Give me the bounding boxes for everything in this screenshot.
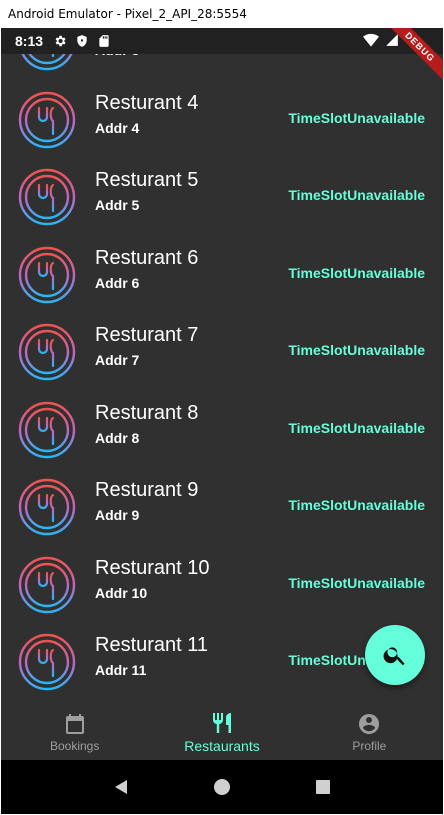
status-indicators [363, 33, 399, 47]
recents-button[interactable] [313, 777, 333, 797]
restaurant-name: Resturant 4 [95, 91, 199, 114]
status-bar: 8:13 DEBUG [1, 28, 443, 84]
nav-label-profile: Profile [352, 738, 387, 753]
nav-label-restaurants: Restaurants [184, 737, 260, 754]
restaurant-icon [18, 323, 76, 381]
restaurant-name: Resturant 8 [95, 401, 199, 424]
signal-icon [386, 34, 398, 46]
bottom-navigation-bar: Bookings Restaurants Profile [1, 704, 443, 760]
shield-icon [77, 35, 87, 47]
restaurant-icon [18, 556, 76, 614]
nav-label-bookings: Bookings [49, 738, 100, 753]
home-icon [213, 779, 230, 795]
nav-tab-restaurants[interactable]: Restaurants [148, 704, 295, 760]
restaurant-icon [18, 91, 76, 149]
calendar-icon [65, 713, 84, 734]
wifi-icon [363, 33, 379, 47]
restaurant-name: Resturant 9 [95, 479, 199, 501]
settings-icon [55, 35, 66, 47]
restaurant-address: Addr 7 [95, 352, 140, 368]
restaurant-list-item[interactable]: Resturant 10 Addr 10 TimeSlotUnavailable [1, 545, 443, 623]
recents-icon [315, 780, 330, 794]
device-screen: 8:13 DEBUG Resturant 3Addr 3TimeSlotUnav… [1, 28, 443, 814]
search-icon [383, 647, 405, 666]
restaurant-name: Resturant 11 [95, 634, 209, 656]
restaurant-icon [18, 54, 76, 71]
restaurant-list-item[interactable]: Resturant 3Addr 3TimeSlotUnavailable [1, 54, 443, 80]
restaurant-list-item[interactable]: Resturant 9 Addr 9 TimeSlotUnavailable [1, 467, 443, 545]
restaurant-list-item[interactable]: Resturant 5 Addr 5 TimeSlotUnavailable [1, 157, 443, 235]
restaurant-address: Addr 6 [95, 274, 140, 291]
restaurant-address: Addr 9 [95, 507, 140, 523]
restaurant-name: Resturant 6 [95, 246, 199, 269]
restaurant-address: Addr 11 [95, 662, 147, 678]
status-time: 8:13 [15, 33, 44, 49]
availability-status: TimeSlotUnavailable [288, 342, 425, 358]
search-fab-button[interactable] [365, 625, 425, 685]
restaurant-name: Resturant 10 [95, 556, 210, 579]
availability-status: TimeSlotUnavailable [288, 419, 425, 436]
nav-tab-bookings[interactable]: Bookings [1, 704, 148, 760]
restaurant-icon [18, 401, 76, 459]
availability-status: TimeSlotUnavailable [288, 574, 425, 591]
restaurant-address: Addr 3 [95, 54, 139, 58]
back-button[interactable] [111, 777, 131, 797]
availability-status: TimeSlotUnavailable [288, 187, 425, 203]
restaurant-list-item[interactable]: Resturant 8 Addr 8 TimeSlotUnavailable [1, 390, 443, 468]
restaurant-address: Addr 4 [95, 119, 140, 136]
restaurant-icon [18, 478, 76, 536]
restaurant-address: Addr 8 [95, 429, 140, 446]
restaurant-name: Resturant 5 [95, 169, 199, 191]
system-navigation-bar [1, 760, 443, 814]
availability-status: TimeSlotUnavailable [288, 264, 425, 281]
restaurant-address: Addr 5 [95, 197, 140, 213]
account-icon [359, 713, 380, 734]
restaurant-list-item[interactable]: Resturant 7 Addr 7 TimeSlotUnavailable [1, 312, 443, 390]
restaurant-list-item[interactable]: Resturant 6 Addr 6 TimeSlotUnavailable [1, 235, 443, 313]
availability-status: TimeSlotUnavailable [288, 497, 425, 513]
emulator-window-title: Android Emulator - Pixel_2_API_28:5554 [0, 0, 444, 28]
nav-tab-profile[interactable]: Profile [296, 704, 443, 760]
restaurant-icon [18, 168, 76, 226]
restaurant-icon [212, 712, 231, 733]
availability-status: TimeSlotUnavailable [288, 109, 425, 126]
restaurant-list-item[interactable]: Resturant 4 Addr 4 TimeSlotUnavailable [1, 80, 443, 158]
back-icon [115, 780, 128, 794]
restaurant-address: Addr 10 [95, 584, 148, 601]
restaurant-icon [18, 633, 76, 691]
restaurant-icon [18, 246, 76, 304]
restaurant-name: Resturant 7 [95, 324, 199, 346]
home-button[interactable] [212, 777, 232, 797]
restaurant-list-content: Resturant 3Addr 3TimeSlotUnavailableRest… [1, 54, 443, 700]
restaurant-list[interactable]: Resturant 3Addr 3TimeSlotUnavailableRest… [1, 54, 443, 704]
sd-card-icon [99, 35, 109, 47]
